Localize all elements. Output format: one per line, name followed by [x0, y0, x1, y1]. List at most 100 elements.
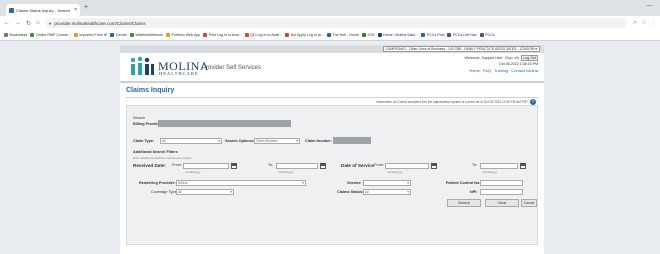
claims-status-label: Claims Status:: [337, 190, 364, 194]
rendering-provider-label: Rendering Provider:: [139, 181, 176, 185]
provider-select[interactable]: CAMPISANO - Other Lines of Business - 14…: [382, 46, 540, 52]
bookmark-label: Portfolio Web App: [171, 33, 201, 37]
claim-type-value: All: [162, 138, 166, 143]
page-content: CAMPISANO - Other Lines of Business - 14…: [120, 45, 544, 254]
bookmark-item[interactable]: Home | Molina Salut...: [377, 33, 418, 37]
bookmark-label: Online RMP Course...: [35, 33, 71, 37]
search-options-select[interactable]: Claim Number ▾: [254, 138, 300, 144]
training-link[interactable]: Training: [494, 68, 508, 73]
received-to-hint: mm/dd/yyyy: [278, 170, 294, 174]
chevron-down-icon: ▾: [407, 189, 409, 194]
rendering-provider-value: Select: [178, 180, 188, 185]
bookmark-item[interactable]: The Hub - Home: [326, 33, 359, 37]
bookmark-label: Post Log In to Avai...: [208, 33, 242, 37]
close-tab-icon[interactable]: ×: [74, 7, 77, 13]
cancel-button[interactable]: Cancel: [521, 199, 537, 207]
bookmark-item[interactable]: QD Log In to Avail...: [244, 33, 283, 37]
url-text: provider.molinahealthcare.com/Claims/Cla…: [54, 20, 146, 26]
patient-control-input[interactable]: [480, 180, 523, 186]
coverage-type-select[interactable]: All ▾: [176, 189, 234, 195]
bookmark-item[interactable]: Bookmarks: [4, 33, 27, 37]
claim-type-label: Claim Type:: [133, 139, 155, 143]
dos-from-input[interactable]: [385, 163, 429, 169]
bookmark-item[interactable]: Portfolio Web App: [166, 33, 200, 37]
faq-link[interactable]: FAQ: [483, 68, 491, 73]
bookmark-label: PCCs Pool: [426, 33, 445, 37]
bookmark-label: QD Log In to Avail...: [250, 33, 283, 37]
bookmark-label: Bookmarks: [9, 33, 28, 37]
coverage-type-label: Coverage Type:: [151, 190, 178, 194]
bookmark-item[interactable]: Post Log In to Avai...: [203, 33, 242, 37]
calendar-icon[interactable]: [320, 163, 326, 169]
bookmark-item[interactable]: Not Apply Log In to...: [285, 33, 324, 37]
claim-type-select[interactable]: All ▾: [160, 138, 222, 144]
bookmark-icon: [4, 33, 8, 37]
new-tab-button[interactable]: +: [84, 4, 88, 11]
bookmark-item[interactable]: PCCs Left Nav: [447, 33, 477, 37]
signoff-link[interactable]: (Sign off): [505, 56, 520, 60]
bookmark-item[interactable]: PCCs: [479, 33, 495, 37]
browser-tab[interactable]: Claims Status Inquiry - Search ×: [6, 4, 80, 16]
provider-bar: CAMPISANO - Other Lines of Business - 14…: [120, 45, 544, 53]
claim-number-field[interactable]: [333, 137, 371, 144]
bookmark-item[interactable]: WellnessNetwork: [129, 33, 163, 37]
brand-subtitle: HEALTHCARE: [159, 71, 199, 76]
home-icon[interactable]: ⌂: [36, 20, 40, 26]
gender-select[interactable]: ▾: [363, 180, 411, 186]
forward-icon[interactable]: →: [15, 20, 21, 26]
calendar-icon[interactable]: [431, 163, 437, 169]
bookmark-label: PCCs: [485, 33, 495, 37]
address-bar-row: ← → ↻ ⌂ ● provider.molinahealthcare.com/…: [0, 16, 660, 30]
bookmark-icon: [244, 33, 249, 37]
claims-search-form: Search Billing Provider: Claim Type: All…: [126, 105, 538, 245]
additional-filters-label: Additional Search Filters: [133, 150, 178, 154]
lock-icon: ●: [48, 20, 52, 26]
received-from-hint: mm/dd/yyyy: [185, 170, 201, 174]
share-icon[interactable]: ↗: [632, 20, 636, 26]
date-of-service-label: Date of Service: [341, 163, 375, 168]
bookmark-item[interactable]: PCCs Pool: [421, 33, 444, 37]
bookmark-item[interactable]: ICW: [362, 33, 375, 37]
rendering-provider-select[interactable]: Select ▾: [176, 180, 306, 186]
bookmark-icon: [447, 33, 452, 37]
additional-filters-hint: Enter additional criteria to narrow your…: [133, 156, 192, 160]
page-title: Claims Inquiry: [126, 87, 175, 94]
search-button[interactable]: Search: [447, 199, 481, 207]
calendar-icon[interactable]: [231, 163, 237, 169]
back-icon[interactable]: ←: [4, 20, 10, 26]
bookmark-label: PCCs Left Nav: [452, 33, 477, 37]
received-date-label: Received Date:: [133, 163, 166, 168]
dos-to-input[interactable]: [480, 163, 518, 169]
bookmark-item[interactable]: Cerner: [110, 33, 127, 37]
star-icon[interactable]: ☆: [642, 20, 646, 26]
browser-tab-bar: Claims Status Inquiry - Search × + —: [0, 0, 660, 16]
bookmark-icon: [203, 33, 208, 37]
home-link[interactable]: Home: [469, 68, 480, 73]
bookmark-icon: [110, 33, 115, 37]
reload-icon[interactable]: ↻: [26, 20, 31, 27]
bookmark-item[interactable]: Online RMP Course...: [30, 33, 71, 37]
bookmarks-bar: Bookmarks Online RMP Course... Imported Fr…: [0, 30, 660, 41]
menu-icon[interactable]: ⋮: [651, 20, 656, 26]
dos-to-hint: mm/dd/yyyy: [482, 170, 498, 174]
clear-button[interactable]: Clear: [485, 199, 519, 207]
bookmark-icon: [377, 33, 382, 37]
molina-logo-icon: [130, 56, 154, 75]
dos-from-hint: mm/dd/yyyy: [387, 170, 403, 174]
calendar-icon[interactable]: [520, 163, 526, 169]
url-field[interactable]: ● provider.molinahealthcare.com/Claims/C…: [44, 18, 628, 28]
npi-input[interactable]: [480, 189, 523, 195]
bookmark-item[interactable]: Imported From IE: [73, 33, 107, 37]
dos-from-label: From:: [374, 163, 384, 167]
patient-control-label: Patient Control No:: [446, 181, 481, 185]
contact-link[interactable]: Contact Molina: [511, 68, 538, 73]
welcome-text: Welcome, Support User: [464, 56, 503, 60]
received-to-input[interactable]: [276, 163, 318, 169]
chevron-down-icon: ▾: [218, 138, 220, 143]
billing-provider-field[interactable]: [158, 120, 291, 127]
minimize-window-icon[interactable]: —: [646, 3, 652, 9]
logout-button[interactable]: Log Out: [521, 55, 538, 61]
bookmark-label: Not Apply Log In to...: [290, 33, 324, 37]
claims-status-select[interactable]: All ▾: [363, 189, 411, 195]
received-from-input[interactable]: [183, 163, 229, 169]
